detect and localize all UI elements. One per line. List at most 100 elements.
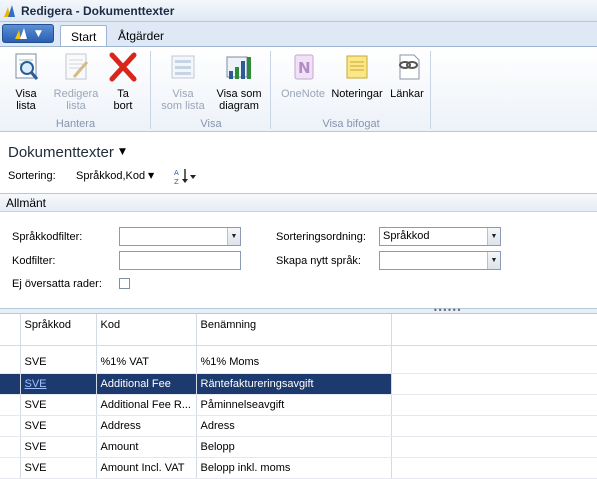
noteringar-button[interactable]: Noteringar — [329, 51, 385, 100]
cell-sprakkod[interactable]: SVE — [20, 457, 97, 479]
visa-som-lista-button[interactable]: Visa som lista — [157, 51, 209, 112]
chevron-down-icon[interactable]: ▼ — [119, 147, 126, 157]
column-header-filler — [391, 314, 597, 346]
row-selector[interactable] — [0, 415, 21, 437]
cell-sprakkod[interactable]: SVE — [20, 415, 97, 437]
column-header-benamning[interactable]: Benämning — [196, 314, 392, 346]
table-row[interactable]: SVE Amount Belopp — [0, 436, 597, 458]
ta-bort-button[interactable]: Ta bort — [104, 51, 142, 112]
table-row[interactable]: SVE Additional Fee R... Påminnelseavgift — [0, 394, 597, 416]
skapa-nytt-sprak-combo[interactable]: ▼ — [379, 251, 501, 270]
kodfilter-input[interactable] — [119, 251, 241, 270]
sort-field-dropdown[interactable]: Språkkod,Kod — [76, 170, 145, 182]
redigera-lista-button[interactable]: Redigera lista — [52, 51, 100, 112]
chevron-down-icon[interactable]: ▼ — [487, 252, 500, 269]
edit-list-icon — [65, 53, 89, 80]
tab-atgarder[interactable]: Åtgärder — [108, 25, 174, 47]
cell-kod[interactable]: Address — [96, 415, 197, 437]
row-selector[interactable] — [0, 373, 21, 395]
table-row[interactable]: SVE %1% VAT %1% Moms — [0, 352, 597, 374]
title-bar: Redigera - Dokumenttexter — [0, 0, 597, 22]
svg-text:N: N — [298, 59, 311, 77]
visa-lista-button[interactable]: Visa lista — [6, 51, 46, 112]
group-label-visa: Visa — [200, 118, 222, 130]
row-selector[interactable] — [0, 436, 21, 458]
cell-sprakkod[interactable]: SVE — [20, 352, 97, 374]
sprakkodfilter-combo[interactable]: ▼ — [119, 227, 241, 246]
row-selector[interactable] — [0, 394, 21, 416]
group-label-hantera: Hantera — [55, 118, 96, 130]
window-title: Redigera - Dokumenttexter — [21, 3, 175, 18]
sorteringsordning-value: Språkkod — [383, 230, 430, 242]
cell-kod[interactable]: Additional Fee R... — [96, 394, 197, 416]
row-selector-header — [0, 314, 21, 346]
page-header: Dokumenttexter ▼ Sortering: Språkkod,Kod… — [0, 132, 597, 192]
ribbon-group-visa-bifogat: N OneNote Noteringar Länkar Visa bifogat — [271, 47, 431, 133]
cell-benamning[interactable]: Belopp — [196, 436, 392, 458]
onenote-button[interactable]: N OneNote — [279, 51, 327, 100]
ribbon: Visa lista Redigera lista Ta bort Hanter… — [0, 46, 597, 132]
redigera-lista-label-1: Redigera — [53, 88, 99, 100]
kodfilter-label: Kodfilter: — [12, 255, 56, 267]
cell-benamning[interactable]: Påminnelseavgift — [196, 394, 392, 416]
app-menu-logo-icon — [15, 28, 28, 39]
svg-text:Z: Z — [174, 178, 179, 185]
list-view-icon — [171, 55, 195, 79]
cell-sprakkod[interactable]: SVE — [20, 373, 97, 395]
noteringar-label: Noteringar — [331, 88, 383, 100]
cell-kod[interactable]: Additional Fee — [96, 373, 197, 395]
app-logo-icon — [4, 4, 15, 17]
cell-sprakkod[interactable]: SVE — [20, 394, 97, 416]
sort-ascending-icon[interactable]: A Z — [174, 167, 196, 185]
delete-x-icon — [109, 52, 137, 82]
lankar-button[interactable]: Länkar — [387, 51, 427, 100]
cell-sprakkod[interactable]: SVE — [20, 436, 97, 458]
visa-som-lista-label-1: Visa — [172, 88, 194, 100]
ribbon-separator — [430, 51, 431, 129]
cell-kod[interactable]: Amount Incl. VAT — [96, 457, 197, 479]
svg-text:A: A — [174, 169, 179, 177]
chevron-down-icon[interactable]: ▼ — [487, 228, 500, 245]
cell-kod[interactable]: Amount — [96, 436, 197, 458]
ta-bort-label-2: bort — [113, 100, 133, 112]
group-label-visa-bifogat: Visa bifogat — [322, 118, 380, 130]
table-row[interactable]: SVE Amount Incl. VAT Belopp inkl. moms — [0, 457, 597, 479]
visa-som-diagram-label-2: diagram — [219, 100, 259, 112]
visa-som-diagram-button[interactable]: Visa som diagram — [211, 51, 267, 112]
ej-oversatta-rader-checkbox[interactable] — [119, 278, 130, 289]
general-form: Språkkodfilter: ▼ Kodfilter: Ej översatt… — [0, 212, 597, 308]
sorteringsordning-combo[interactable]: Språkkod ▼ — [379, 227, 501, 246]
page-title[interactable]: Dokumenttexter — [8, 144, 114, 161]
section-header-allmant[interactable]: Allmänt — [0, 193, 597, 212]
column-header-kod[interactable]: Kod — [96, 314, 197, 346]
ej-oversatta-rader-label: Ej översatta rader: — [12, 278, 102, 290]
ribbon-tab-strip: ▼ Start Åtgärder — [0, 22, 597, 47]
cell-kod[interactable]: %1% VAT — [96, 352, 197, 374]
cell-benamning[interactable]: Belopp inkl. moms — [196, 457, 392, 479]
tab-start[interactable]: Start — [60, 25, 108, 47]
chevron-down-icon[interactable]: ▼ — [148, 171, 154, 180]
visa-lista-label-1: Visa — [15, 88, 37, 100]
notes-icon — [346, 55, 368, 79]
visa-som-diagram-label-1: Visa som — [216, 88, 262, 100]
application-menu-button[interactable]: ▼ — [2, 24, 54, 43]
lankar-label: Länkar — [390, 88, 424, 100]
chevron-down-icon[interactable]: ▼ — [227, 228, 240, 245]
column-header-sprakkod[interactable]: Språkkod — [20, 314, 97, 346]
sort-label: Sortering: — [8, 170, 56, 182]
links-icon — [399, 54, 420, 80]
row-selector[interactable] — [0, 457, 21, 479]
cell-sprakkod-link[interactable]: SVE — [25, 378, 47, 390]
sprakkodfilter-label: Språkkodfilter: — [12, 231, 83, 243]
ribbon-group-visa: Visa som lista Visa som diagram Visa — [151, 47, 271, 133]
cell-benamning[interactable]: Adress — [196, 415, 392, 437]
row-selector[interactable] — [0, 352, 21, 374]
onenote-label: OneNote — [280, 88, 326, 100]
table-row[interactable]: SVE Address Adress — [0, 415, 597, 437]
onenote-icon: N — [294, 54, 314, 80]
cell-benamning[interactable]: Räntefaktureringsavgift — [196, 373, 392, 395]
ta-bort-label-1: Ta — [117, 88, 129, 100]
sorteringsordning-label: Sorteringsordning: — [276, 231, 366, 243]
table-row-selected[interactable]: SVE Additional Fee Räntefaktureringsavgi… — [0, 373, 597, 395]
cell-benamning[interactable]: %1% Moms — [196, 352, 392, 374]
